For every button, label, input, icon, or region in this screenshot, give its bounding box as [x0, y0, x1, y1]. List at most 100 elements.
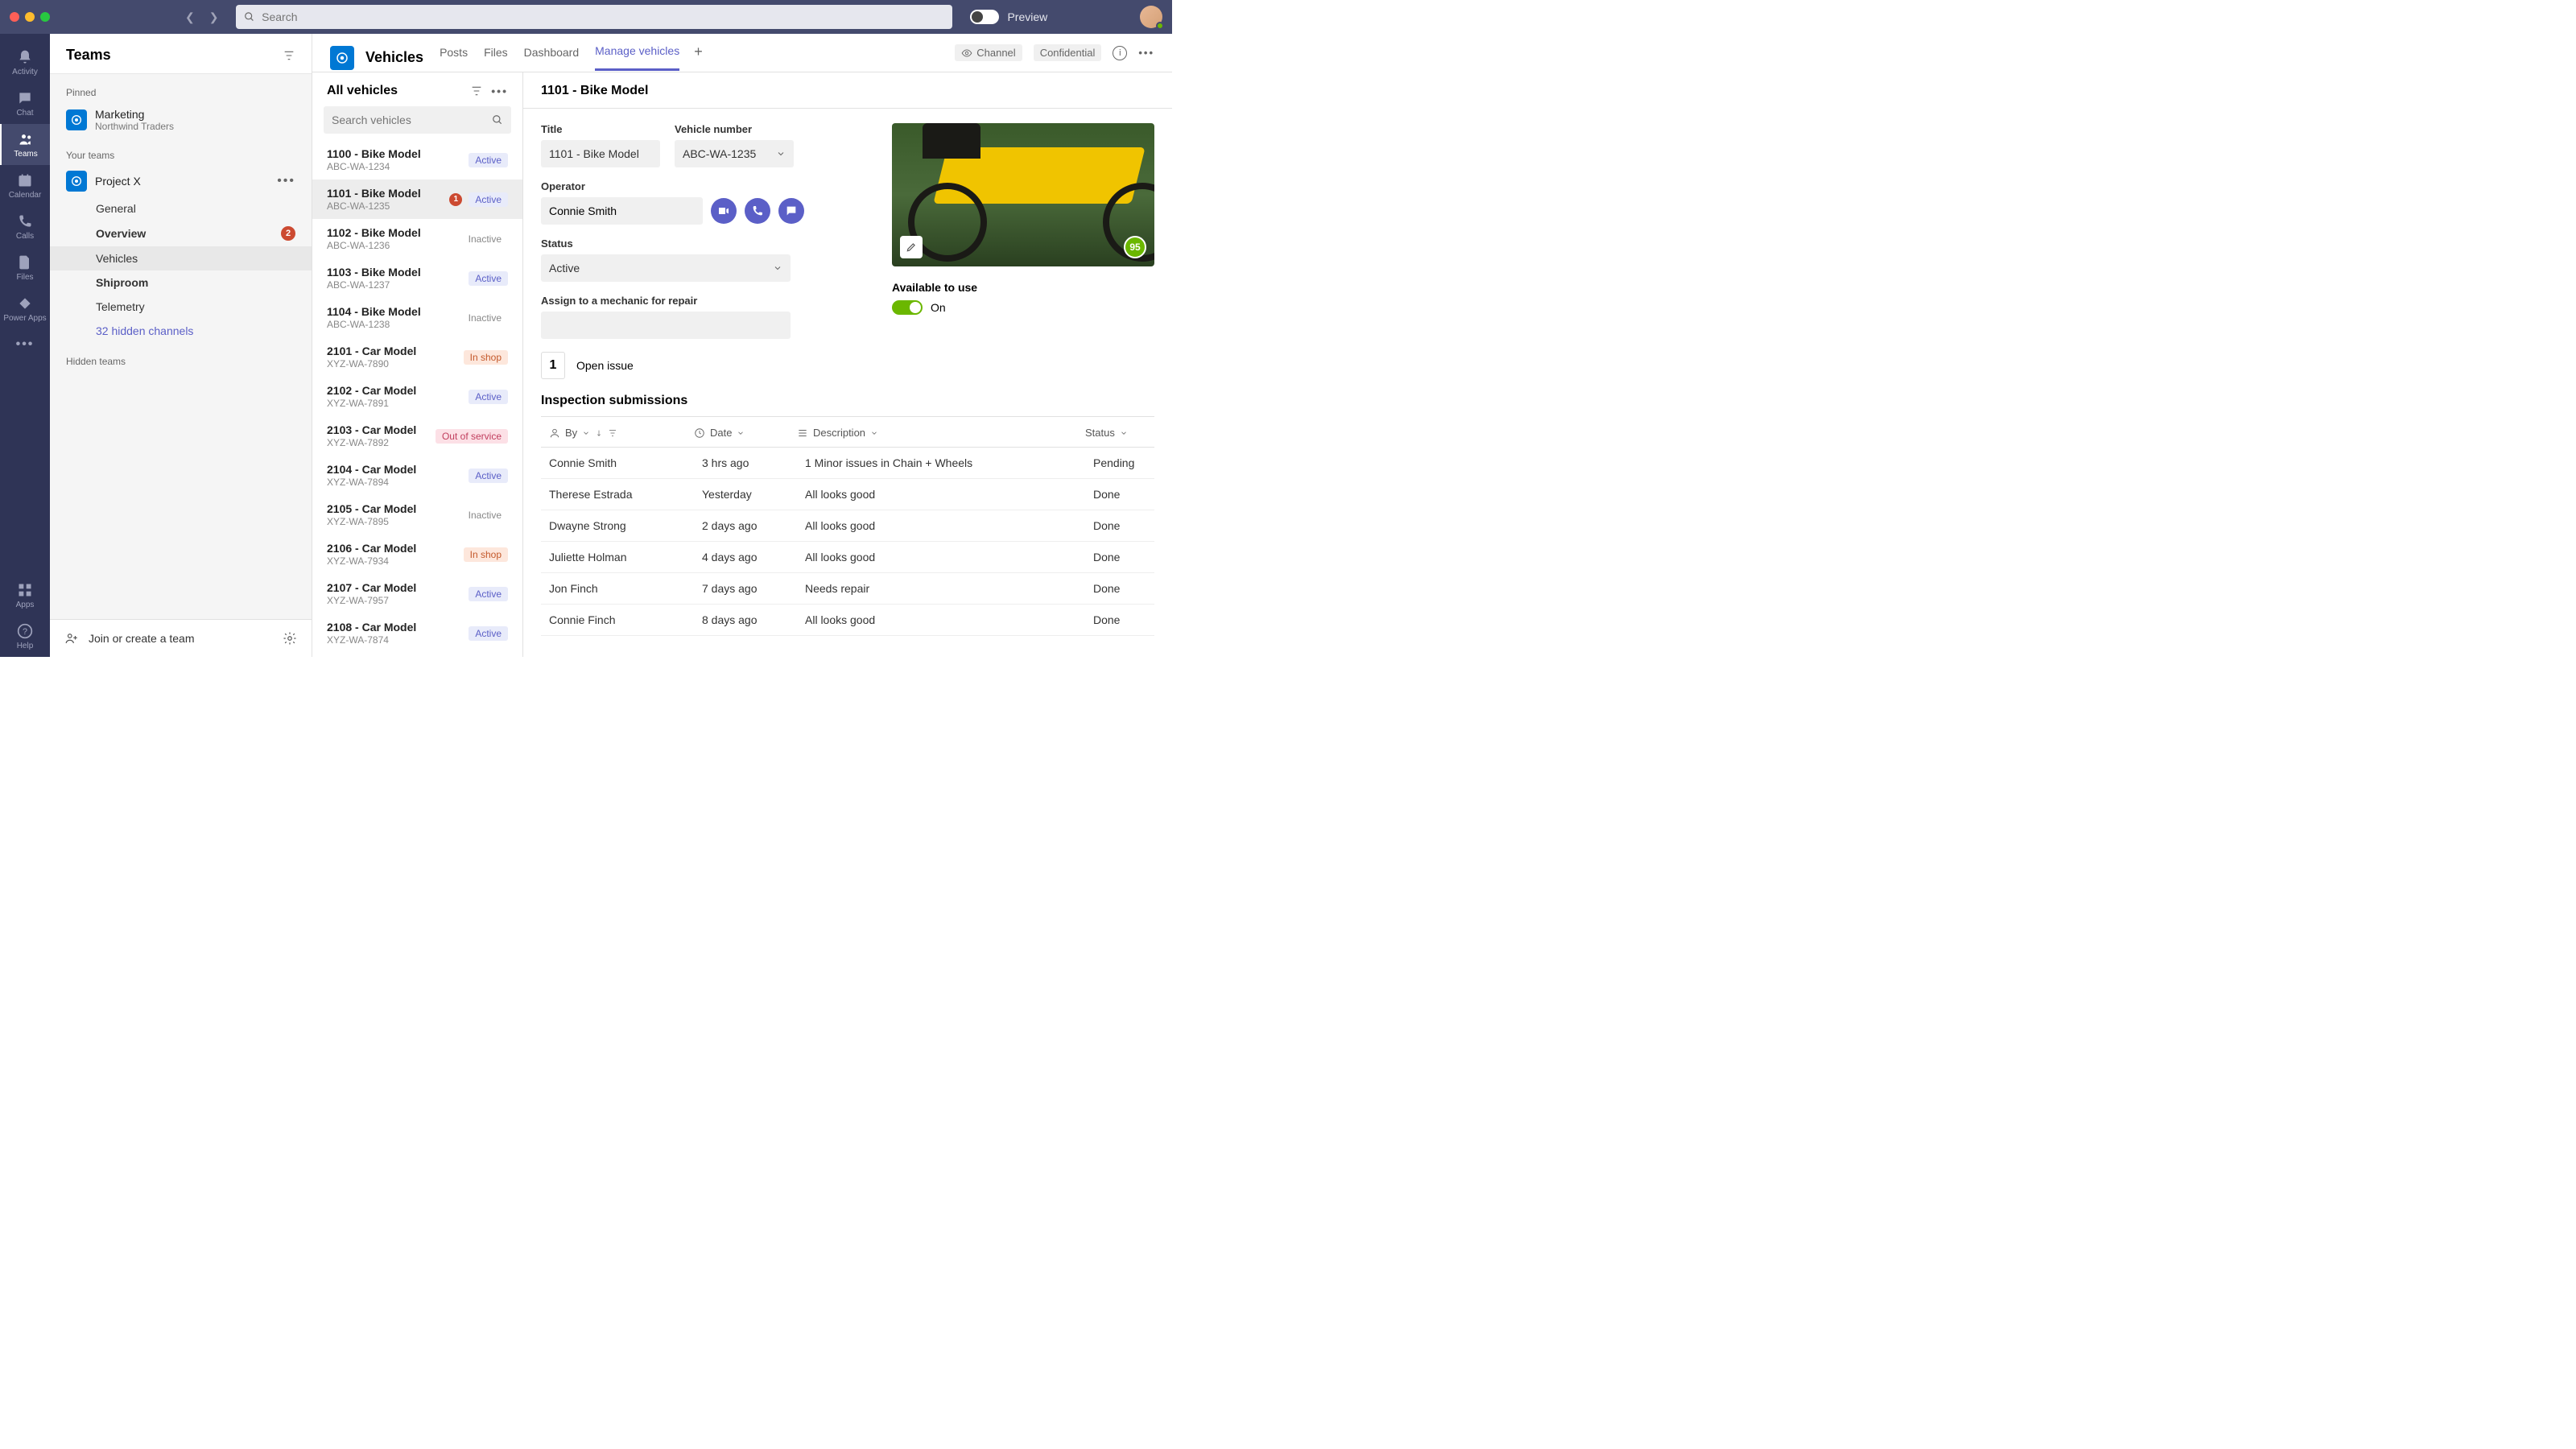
inspection-desc: Needs repair	[797, 582, 1085, 595]
settings-icon[interactable]	[283, 631, 297, 646]
close-window-button[interactable]	[10, 12, 19, 22]
presence-indicator	[1156, 22, 1164, 30]
back-button[interactable]: ❮	[185, 10, 195, 24]
rail-teams[interactable]: Teams	[0, 124, 50, 165]
vehicle-item[interactable]: 1102 - Bike Model ABC-WA-1236 Inactive	[312, 219, 522, 258]
edit-image-button[interactable]	[900, 236, 923, 258]
help-icon: ?	[16, 622, 34, 640]
inspection-row[interactable]: Jon Finch 7 days ago Needs repair Done	[541, 573, 1154, 605]
preview-toggle[interactable]	[970, 10, 999, 24]
tab-posts[interactable]: Posts	[440, 46, 468, 70]
assign-input[interactable]	[541, 312, 791, 339]
content-area: Vehicles PostsFilesDashboardManage vehic…	[312, 34, 1172, 657]
audio-call-button[interactable]	[745, 198, 770, 224]
tab-files[interactable]: Files	[484, 46, 508, 70]
chat-button[interactable]	[778, 198, 804, 224]
add-tab-button[interactable]: +	[694, 43, 703, 72]
inspection-date: Yesterday	[694, 488, 797, 501]
channel-overview[interactable]: Overview2	[50, 221, 312, 246]
inspection-row[interactable]: Therese Estrada Yesterday All looks good…	[541, 479, 1154, 510]
rail-calls[interactable]: Calls	[0, 206, 50, 247]
inspection-row[interactable]: Dwayne Strong 2 days ago All looks good …	[541, 510, 1154, 542]
vehicle-item[interactable]: 2109 - Car Model XYZ-WA-7941 Inactive	[312, 653, 522, 657]
vehicle-item[interactable]: 2102 - Car Model XYZ-WA-7891 Active	[312, 377, 522, 416]
status-badge: Inactive	[462, 232, 508, 246]
col-desc[interactable]: Description	[797, 427, 1085, 439]
tab-manage-vehicles[interactable]: Manage vehicles	[595, 44, 679, 71]
channel-shiproom[interactable]: Shiproom	[50, 270, 312, 295]
status-badge: Inactive	[462, 311, 508, 325]
open-issue-label[interactable]: Open issue	[576, 359, 634, 372]
pinned-team[interactable]: Marketing Northwind Traders	[50, 103, 312, 137]
col-status[interactable]: Status	[1085, 427, 1154, 439]
rail-calendar[interactable]: Calendar	[0, 165, 50, 206]
rail-activity[interactable]: Activity	[0, 42, 50, 83]
available-toggle[interactable]	[892, 300, 923, 315]
vehicle-item[interactable]: 2108 - Car Model XYZ-WA-7874 Active	[312, 613, 522, 653]
filter-icon[interactable]	[608, 427, 617, 439]
join-create-icon	[64, 631, 79, 646]
rail-more[interactable]: •••	[16, 329, 35, 360]
video-call-button[interactable]	[711, 198, 737, 224]
channel-visibility-tag[interactable]: Channel	[955, 44, 1022, 61]
col-by[interactable]: By	[541, 427, 694, 439]
operator-input[interactable]	[541, 197, 703, 225]
chevron-down-icon	[870, 429, 878, 437]
filter-icon[interactable]	[283, 49, 295, 62]
pinned-label: Pinned	[50, 82, 312, 103]
filter-icon[interactable]	[470, 85, 483, 97]
vehicle-sub: XYZ-WA-7892	[327, 437, 429, 448]
vehicle-number-select[interactable]: ABC-WA-1235	[675, 140, 794, 167]
title-input[interactable]	[541, 140, 660, 167]
channel-vehicles[interactable]: Vehicles	[50, 246, 312, 270]
confidential-tag[interactable]: Confidential	[1034, 44, 1102, 61]
vehicle-item[interactable]: 2103 - Car Model XYZ-WA-7892 Out of serv…	[312, 416, 522, 456]
vehicle-item[interactable]: 2107 - Car Model XYZ-WA-7957 Active	[312, 574, 522, 613]
teams-title: Teams	[66, 47, 111, 64]
rail-powerapps[interactable]: Power Apps	[0, 288, 50, 329]
join-create-link[interactable]: Join or create a team	[89, 632, 273, 645]
inspection-title: Inspection submissions	[541, 394, 1154, 417]
vehicle-item[interactable]: 2105 - Car Model XYZ-WA-7895 Inactive	[312, 495, 522, 535]
bell-icon	[16, 48, 34, 66]
vehicle-item[interactable]: 2106 - Car Model XYZ-WA-7934 In shop	[312, 535, 522, 574]
rail-apps[interactable]: Apps	[0, 575, 50, 616]
channel-name: General	[96, 202, 136, 215]
tab-more-button[interactable]: •••	[1138, 47, 1154, 59]
vehicle-item[interactable]: 1103 - Bike Model ABC-WA-1237 Active	[312, 258, 522, 298]
vehicle-search-input[interactable]	[332, 114, 492, 126]
vehicle-name: 1102 - Bike Model	[327, 226, 456, 239]
vehicle-item[interactable]: 1104 - Bike Model ABC-WA-1238 Inactive	[312, 298, 522, 337]
tab-dashboard[interactable]: Dashboard	[524, 46, 580, 70]
col-date[interactable]: Date	[694, 427, 797, 439]
minimize-window-button[interactable]	[25, 12, 35, 22]
channel-general[interactable]: General	[50, 196, 312, 221]
info-button[interactable]: i	[1113, 46, 1127, 60]
rail-files[interactable]: Files	[0, 247, 50, 288]
user-avatar[interactable]	[1140, 6, 1162, 28]
team-project-x[interactable]: Project X •••	[50, 166, 312, 196]
global-search[interactable]	[236, 5, 952, 29]
open-issue-count: 1	[541, 352, 565, 379]
team-more-button[interactable]: •••	[277, 174, 295, 188]
hidden-channels-link[interactable]: 32 hidden channels	[50, 319, 312, 343]
forward-button[interactable]: ❯	[209, 10, 219, 24]
vehicle-item[interactable]: 2104 - Car Model XYZ-WA-7894 Active	[312, 456, 522, 495]
vehicle-item[interactable]: 2101 - Car Model XYZ-WA-7890 In shop	[312, 337, 522, 377]
vehicle-search[interactable]	[324, 106, 511, 134]
status-select[interactable]: Active	[541, 254, 791, 282]
maximize-window-button[interactable]	[40, 12, 50, 22]
apps-icon	[16, 581, 34, 599]
inspection-row[interactable]: Connie Smith 3 hrs ago 1 Minor issues in…	[541, 448, 1154, 479]
search-input[interactable]	[262, 10, 944, 23]
channel-telemetry[interactable]: Telemetry	[50, 295, 312, 319]
vehicle-list-more[interactable]: •••	[491, 85, 508, 97]
status-badge: Inactive	[462, 508, 508, 522]
inspection-row[interactable]: Juliette Holman 4 days ago All looks goo…	[541, 542, 1154, 573]
sort-icon[interactable]	[595, 427, 603, 439]
rail-chat[interactable]: Chat	[0, 83, 50, 124]
vehicle-item[interactable]: 1101 - Bike Model ABC-WA-1235 1 Active	[312, 180, 522, 219]
inspection-row[interactable]: Connie Finch 8 days ago All looks good D…	[541, 605, 1154, 636]
rail-help[interactable]: ? Help	[0, 616, 50, 657]
vehicle-item[interactable]: 1100 - Bike Model ABC-WA-1234 Active	[312, 140, 522, 180]
